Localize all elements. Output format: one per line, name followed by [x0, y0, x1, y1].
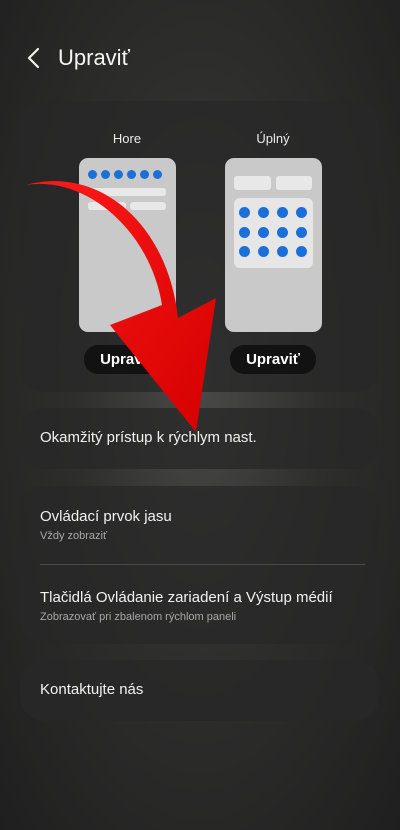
edit-full-button[interactable]: Upraviť: [230, 345, 316, 374]
instant-access-item[interactable]: Okamžitý prístup k rýchlym nast.: [20, 408, 379, 469]
brightness-control-item[interactable]: Ovládací prvok jasu Vždy zobraziť: [40, 508, 359, 542]
back-arrow-icon[interactable]: [26, 43, 48, 73]
quick-toggles-grid: [233, 198, 313, 268]
device-controls-title: Tlačidlá Ovládanie zariadení a Výstup mé…: [40, 589, 333, 606]
page-title: Upraviť: [58, 45, 130, 70]
quick-toggles-row: [87, 170, 162, 179]
device-controls-item[interactable]: Tlačidlá Ovládanie zariadení a Výstup mé…: [40, 589, 359, 623]
layout-option-full[interactable]: Úplný Upraviť: [223, 131, 323, 374]
layout-option-top[interactable]: Hore Upraviť: [77, 131, 177, 374]
contact-us-label: Kontaktujte nás: [40, 681, 144, 698]
contact-us-item[interactable]: Kontaktujte nás: [20, 660, 379, 721]
instant-access-label: Okamžitý prístup k rýchlym nast.: [40, 429, 257, 446]
brightness-subtitle: Vždy zobraziť: [40, 530, 108, 542]
header: Upraviť: [26, 40, 130, 76]
brightness-title: Ovládací prvok jasu: [40, 508, 172, 525]
layout-label-full: Úplný: [256, 131, 290, 146]
edit-top-button[interactable]: Upraviť: [84, 345, 170, 374]
phone-preview-full: [224, 158, 322, 332]
divider: [40, 564, 365, 565]
layout-label-top: Hore: [112, 131, 142, 146]
display-options-card: Ovládací prvok jasu Vždy zobraziť Tlačid…: [20, 486, 379, 644]
device-controls-subtitle: Zobrazovať pri zbalenom rýchlom paneli: [40, 611, 237, 623]
phone-preview-top: [78, 158, 176, 332]
layout-card: Hore Upraviť Úplný Upraviť: [20, 101, 379, 392]
